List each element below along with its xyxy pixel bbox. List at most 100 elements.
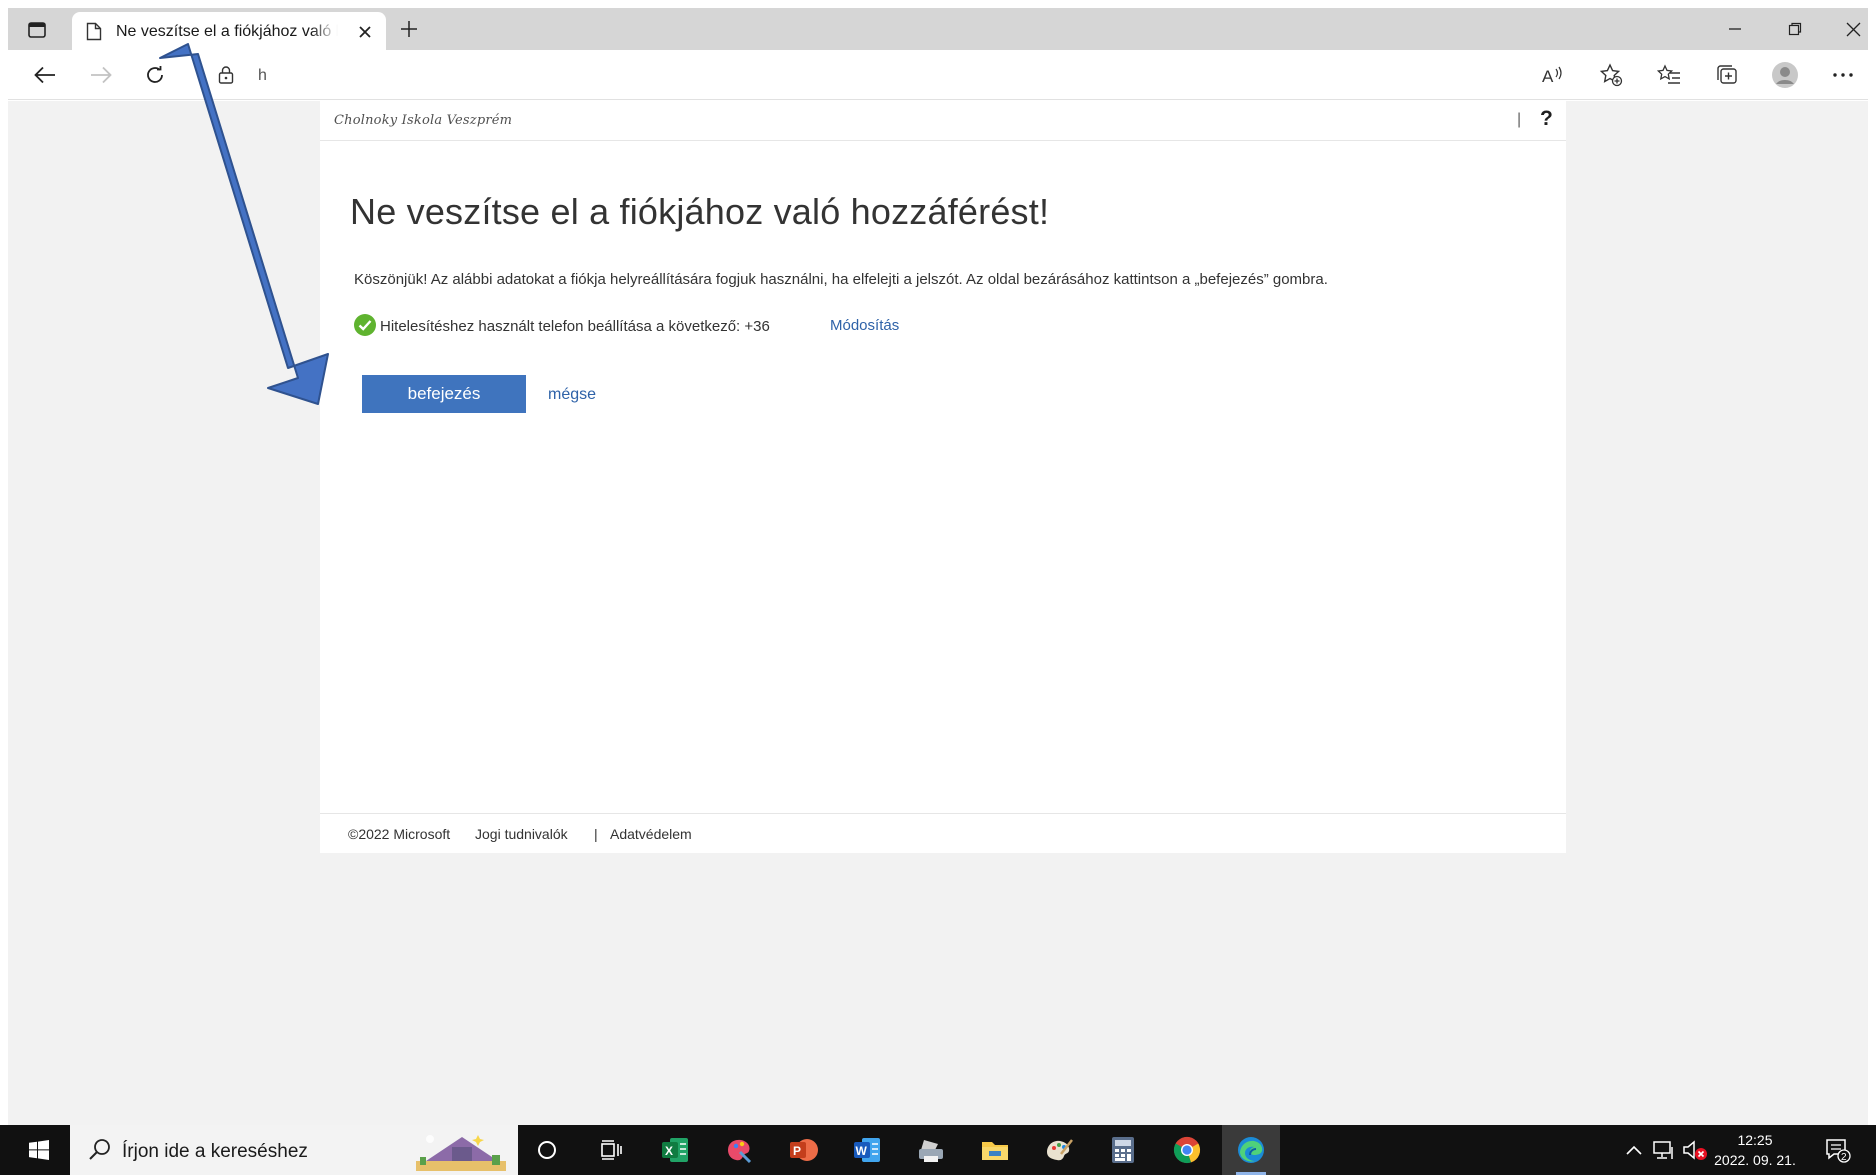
volume-muted-icon	[1683, 1140, 1707, 1160]
browser-tab-bar: Ne veszítse el a fiókjához való hozzáfér…	[8, 8, 1868, 50]
document-icon	[86, 22, 102, 41]
taskbar-powerpoint[interactable]: P	[774, 1125, 832, 1175]
taskbar-chrome[interactable]	[1158, 1125, 1216, 1175]
cancel-link[interactable]: mégse	[548, 386, 596, 404]
back-button[interactable]	[28, 59, 62, 91]
profile-button[interactable]	[1768, 59, 1802, 91]
lock-icon	[218, 66, 234, 84]
copyright-text: ©2022 Microsoft	[348, 826, 451, 842]
avatar	[1772, 62, 1798, 88]
content-panel: Cholnoky Iskola Veszprém | ? Ne veszítse…	[320, 101, 1566, 853]
taskbar-file-explorer[interactable]	[966, 1125, 1024, 1175]
browser-toolbar: h A	[8, 50, 1868, 100]
favorites-button[interactable]	[1652, 59, 1686, 91]
windows-logo-icon	[29, 1140, 49, 1160]
tab-actions-icon	[28, 22, 46, 38]
privacy-link[interactable]: Adatvédelem	[610, 826, 692, 842]
svg-text:A: A	[1542, 67, 1554, 85]
taskbar-edge[interactable]	[1222, 1125, 1280, 1175]
favorites-icon	[1657, 64, 1680, 84]
close-icon	[359, 26, 371, 38]
taskbar-task-view[interactable]	[582, 1125, 640, 1175]
plus-icon	[401, 21, 417, 37]
volume-button[interactable]	[1680, 1125, 1710, 1175]
restore-button[interactable]	[1770, 12, 1820, 46]
page-viewport: Cholnoky Iskola Veszprém | ? Ne veszítse…	[8, 101, 1868, 1125]
chevron-up-icon	[1626, 1145, 1642, 1155]
svg-text:X: X	[665, 1144, 673, 1158]
svg-text:W: W	[856, 1144, 868, 1158]
taskbar-clock[interactable]: 12:25 2022. 09. 21.	[1712, 1130, 1798, 1170]
taskbar-excel[interactable]: X	[646, 1125, 704, 1175]
add-favorite-button[interactable]	[1594, 59, 1628, 91]
window-close-button[interactable]	[1828, 12, 1876, 46]
word-icon: W	[854, 1138, 880, 1162]
help-button[interactable]: ?	[1540, 107, 1553, 131]
chrome-icon	[1173, 1136, 1201, 1164]
checkmark-icon	[354, 314, 376, 336]
file-explorer-icon	[982, 1142, 1008, 1160]
arrow-left-icon	[34, 66, 55, 84]
collections-button[interactable]	[1710, 59, 1744, 91]
header-separator: |	[1517, 111, 1522, 128]
browser-tab[interactable]: Ne veszítse el a fiókjához való hozzáfér…	[72, 12, 386, 50]
page-header: Cholnoky Iskola Veszprém | ?	[320, 101, 1566, 141]
svg-text:P: P	[793, 1144, 801, 1158]
finish-button[interactable]: befejezés	[362, 375, 526, 413]
excel-icon: X	[662, 1138, 688, 1162]
page-footer: ©2022 Microsoft Jogi tudnivalók | Adatvé…	[320, 813, 1566, 853]
read-aloud-button[interactable]: A	[1536, 59, 1570, 91]
minimize-icon	[1729, 28, 1741, 30]
modify-link[interactable]: Módosítás	[830, 317, 899, 334]
windows-taskbar: Írjon ide a kereséshez X P W 12:25 2022.…	[0, 1125, 1876, 1175]
taskbar-paint-3d[interactable]	[710, 1125, 768, 1175]
start-button[interactable]	[10, 1125, 68, 1175]
taskbar-paint[interactable]	[1030, 1125, 1088, 1175]
notification-center-button[interactable]: 2	[1818, 1125, 1858, 1175]
edge-icon	[1238, 1137, 1264, 1163]
forward-button[interactable]	[84, 59, 118, 91]
refresh-icon	[147, 66, 163, 83]
paint-icon	[1047, 1139, 1073, 1161]
address-text: h	[258, 67, 267, 84]
taskbar-calculator[interactable]	[1094, 1125, 1152, 1175]
minimize-button[interactable]	[1710, 12, 1760, 46]
intro-text: Köszönjük! Az alábbi adatokat a fiókja h…	[354, 271, 1328, 288]
show-hidden-icons-button[interactable]	[1620, 1125, 1648, 1175]
search-highlight-illustration	[416, 1135, 506, 1171]
more-dots-icon	[1833, 73, 1853, 77]
task-view-icon	[601, 1140, 622, 1160]
star-plus-icon	[1599, 63, 1623, 87]
tab-close-button[interactable]	[354, 21, 376, 43]
powerpoint-icon: P	[790, 1139, 818, 1161]
tab-actions-button[interactable]	[22, 16, 52, 44]
settings-more-button[interactable]	[1826, 59, 1860, 91]
taskbar-printer[interactable]	[902, 1125, 960, 1175]
refresh-button[interactable]	[138, 59, 172, 91]
collections-icon	[1717, 65, 1737, 84]
page-title: Ne veszítse el a fiókjához való hozzáfér…	[350, 191, 1050, 232]
address-bar[interactable]: h	[208, 58, 1568, 92]
taskbar-cortana[interactable]	[518, 1125, 576, 1175]
clock-time: 12:25	[1737, 1132, 1773, 1148]
notification-icon: 2	[1826, 1139, 1851, 1163]
paint-3d-icon	[728, 1139, 752, 1164]
phone-status-text: Hitelesítéshez használt telefon beállítá…	[380, 318, 770, 335]
taskbar-search-box[interactable]: Írjon ide a kereséshez	[70, 1125, 518, 1175]
network-icon	[1653, 1141, 1673, 1159]
taskbar-word[interactable]: W	[838, 1125, 896, 1175]
search-icon	[89, 1139, 110, 1160]
legal-link[interactable]: Jogi tudnivalók	[475, 826, 568, 842]
window-close-icon	[1846, 22, 1860, 36]
arrow-right-icon	[91, 66, 112, 84]
network-button[interactable]	[1650, 1125, 1678, 1175]
footer-separator: |	[594, 826, 598, 842]
calculator-icon	[1112, 1137, 1134, 1163]
screen: Ne veszítse el a fiókjához való hozzáfér…	[0, 0, 1876, 1175]
notification-count: 2	[1841, 1152, 1847, 1163]
printer-icon	[919, 1140, 943, 1162]
clock-date: 2022. 09. 21.	[1714, 1152, 1796, 1168]
new-tab-button[interactable]	[392, 14, 426, 44]
restore-icon	[1788, 22, 1802, 36]
read-aloud-icon: A	[1542, 66, 1562, 85]
